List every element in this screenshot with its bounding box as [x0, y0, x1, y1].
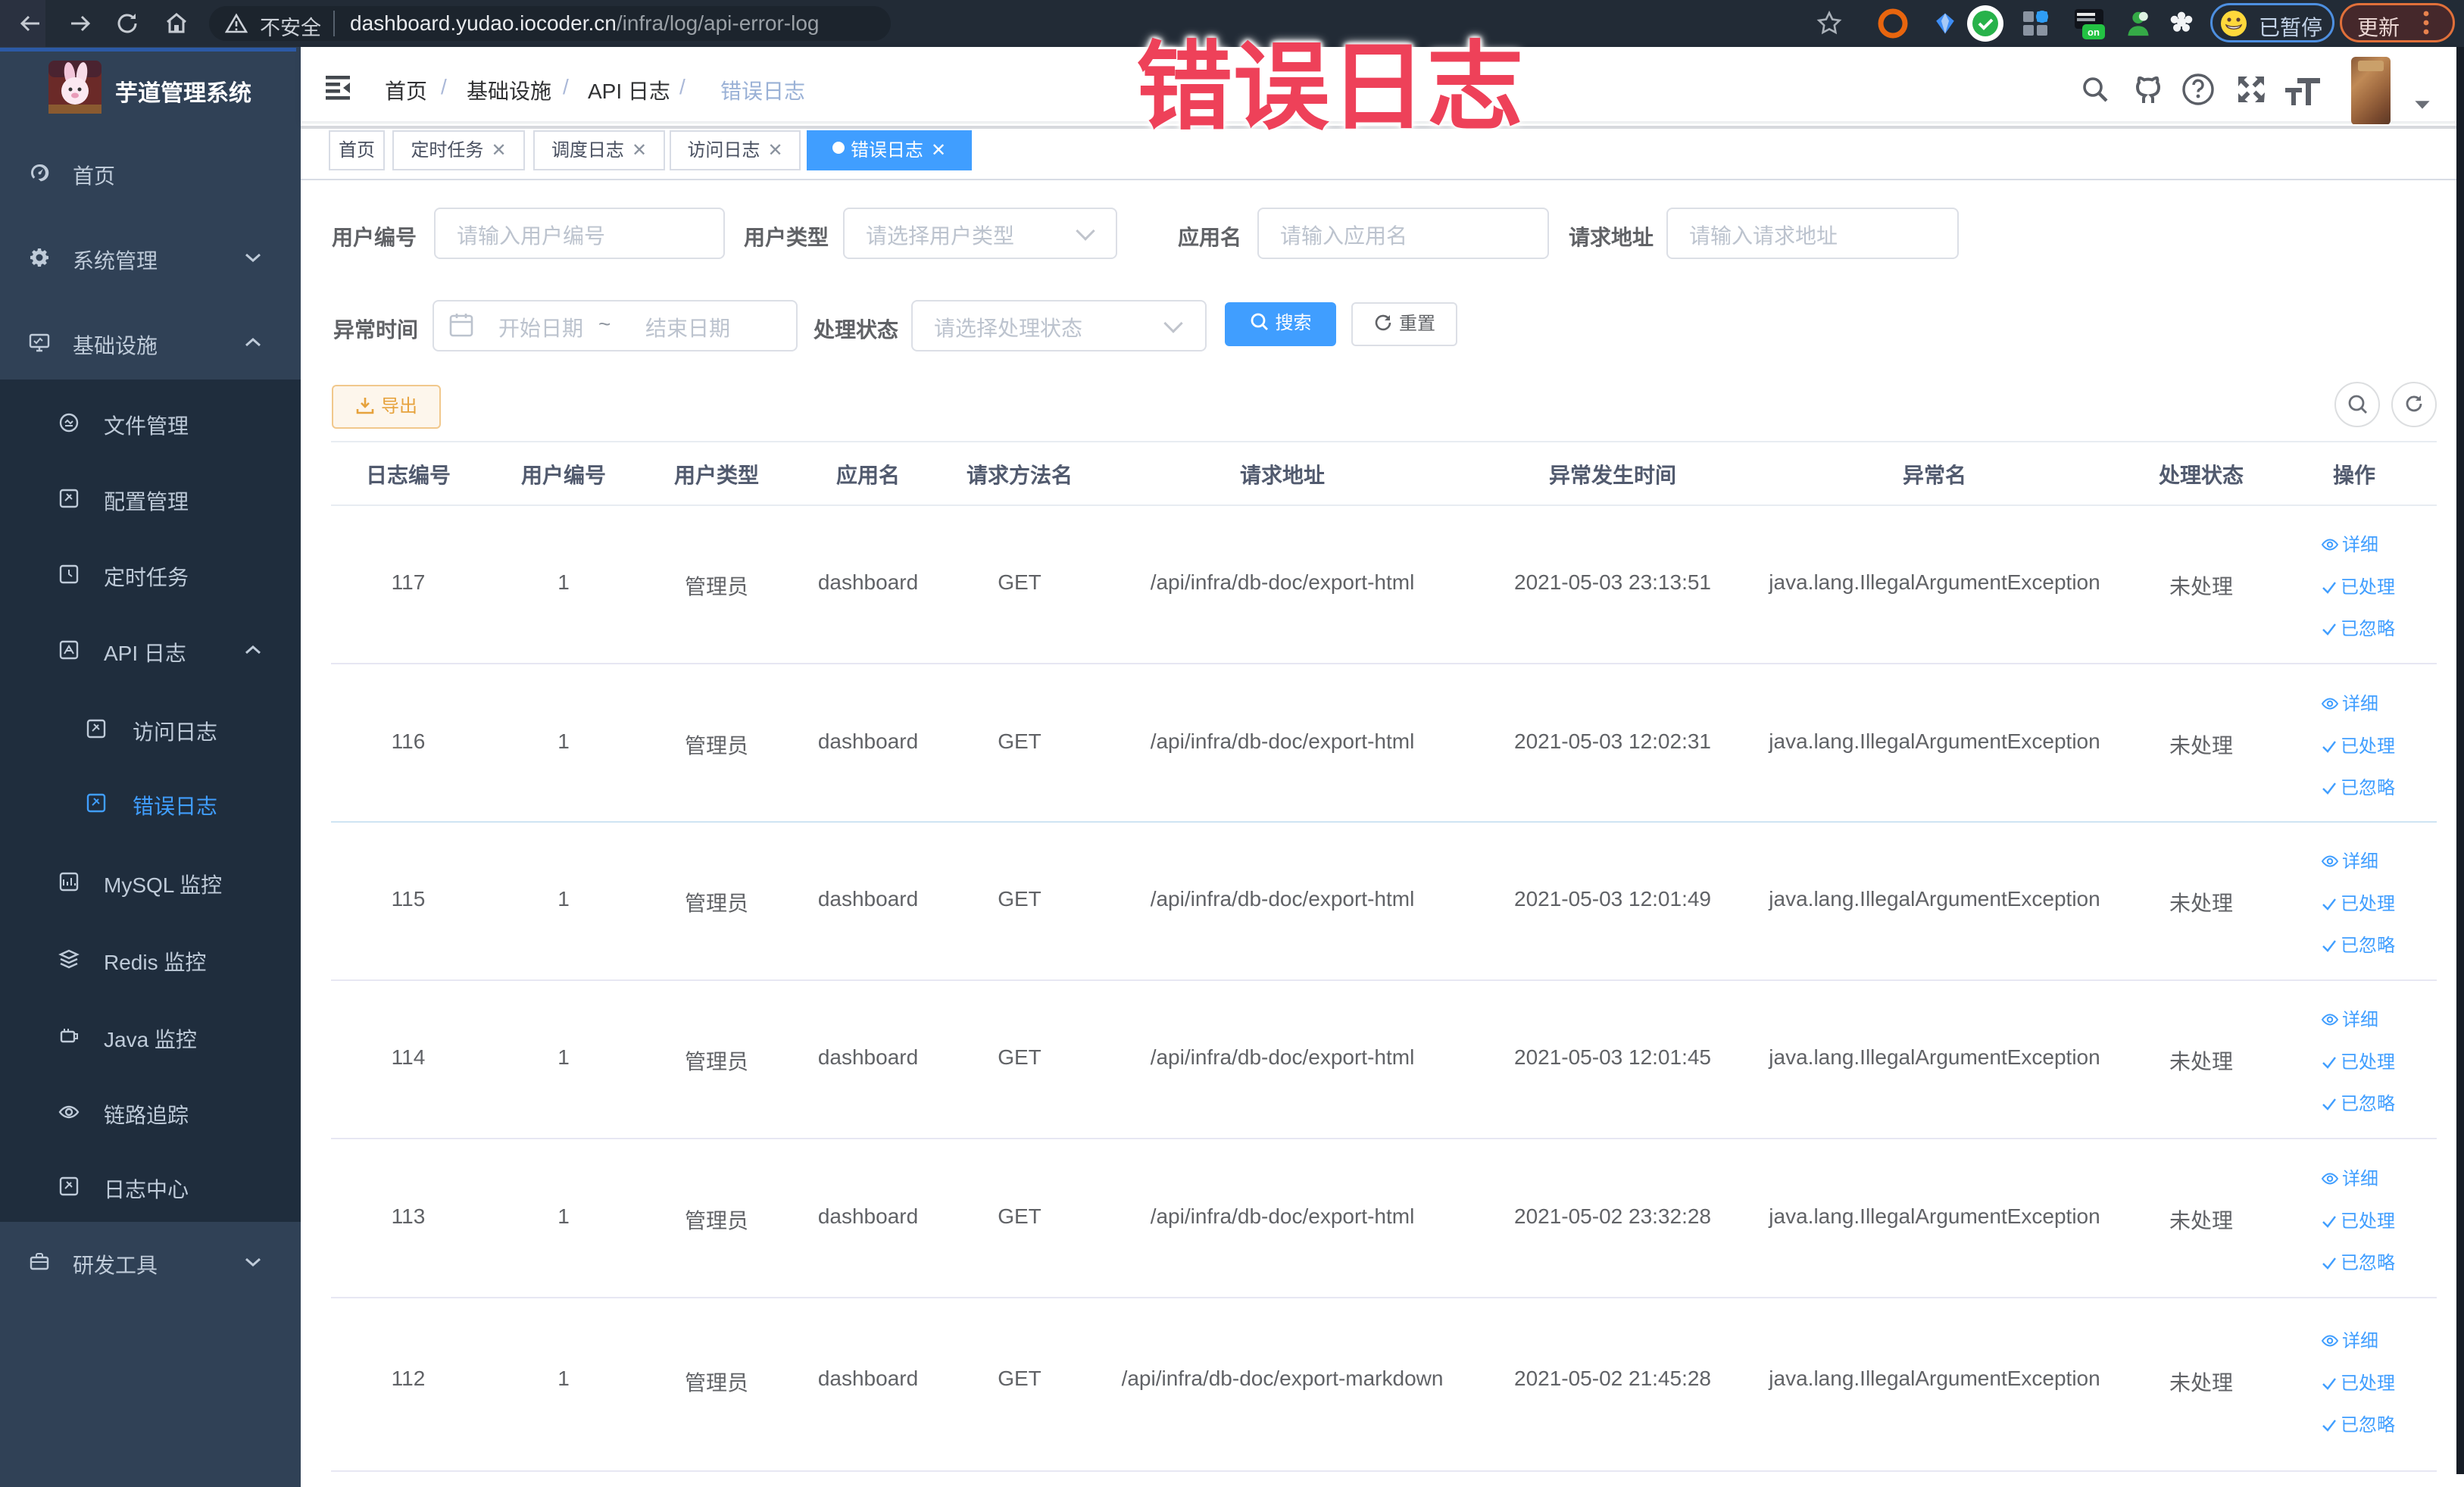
svg-text:on: on	[2088, 27, 2100, 38]
